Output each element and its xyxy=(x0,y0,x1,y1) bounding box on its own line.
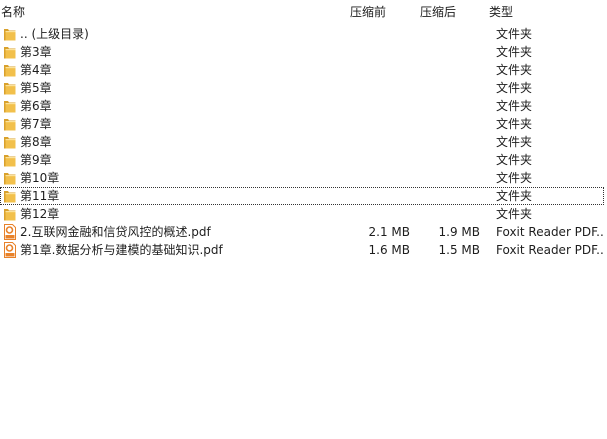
row-name: 2.互联网金融和信贷风控的概述.pdf xyxy=(20,225,211,239)
folder-icon xyxy=(3,116,17,132)
row-type: 文件夹 xyxy=(496,153,533,167)
row-type: 文件夹 xyxy=(496,27,533,41)
column-header-size[interactable]: 压缩前 xyxy=(350,4,386,20)
folder-row[interactable]: 第10章 文件夹 xyxy=(0,169,604,187)
row-type: 文件夹 xyxy=(496,81,533,95)
row-name: 第4章 xyxy=(20,63,52,77)
file-row[interactable]: 第1章.数据分析与建模的基础知识.pdf 1.6 MB 1.5 MB Foxit Re… xyxy=(0,241,604,259)
row-name: 第12章 xyxy=(20,207,60,221)
row-name: 第7章 xyxy=(20,117,52,131)
row-type: 文件夹 xyxy=(496,45,533,59)
folder-icon xyxy=(3,44,17,60)
column-header-packed[interactable]: 压缩后 xyxy=(420,4,456,20)
folder-row[interactable]: 第8章 文件夹 xyxy=(0,133,604,151)
folder-row[interactable]: .. (上级目录) 文件夹 xyxy=(0,25,604,43)
folder-row[interactable]: 第3章 文件夹 xyxy=(0,43,604,61)
folder-row[interactable]: 第12章 文件夹 xyxy=(0,205,604,223)
folder-icon xyxy=(3,206,17,222)
folder-icon xyxy=(3,26,17,42)
row-type: Foxit Reader PDF... xyxy=(496,225,604,239)
row-name: .. (上级目录) xyxy=(20,27,89,41)
file-row[interactable]: 2.互联网金融和信贷风控的概述.pdf 2.1 MB 1.9 MB Foxit Rea… xyxy=(0,223,604,241)
row-type: 文件夹 xyxy=(496,171,533,185)
folder-icon xyxy=(3,62,17,78)
folder-row[interactable]: 第4章 文件夹 xyxy=(0,61,604,79)
row-type: 文件夹 xyxy=(496,189,533,203)
column-header-name[interactable]: 名称 xyxy=(1,4,25,20)
pdf-icon xyxy=(3,224,17,240)
folder-icon xyxy=(3,134,17,150)
folder-row[interactable]: 第11章 文件夹 xyxy=(0,187,604,205)
row-name: 第9章 xyxy=(20,153,52,167)
row-type: 文件夹 xyxy=(496,135,533,149)
row-packed: 1.5 MB xyxy=(438,243,480,257)
folder-icon xyxy=(3,170,17,186)
row-size: 2.1 MB xyxy=(368,225,410,239)
row-type: 文件夹 xyxy=(496,63,533,77)
folder-row[interactable]: 第9章 文件夹 xyxy=(0,151,604,169)
row-type: 文件夹 xyxy=(496,117,533,131)
row-name: 第1章.数据分析与建模的基础知识.pdf xyxy=(20,243,223,257)
row-type: 文件夹 xyxy=(496,99,533,113)
row-name: 第3章 xyxy=(20,45,52,59)
row-packed: 1.9 MB xyxy=(438,225,480,239)
row-type: Foxit Reader PDF... xyxy=(496,243,604,257)
folder-icon xyxy=(3,98,17,114)
folder-row[interactable]: 第5章 文件夹 xyxy=(0,79,604,97)
folder-icon xyxy=(3,188,17,204)
row-name: 第10章 xyxy=(20,171,60,185)
row-type: 文件夹 xyxy=(496,207,533,221)
folder-row[interactable]: 第6章 文件夹 xyxy=(0,97,604,115)
column-header: 名称 压缩前 压缩后 类型 xyxy=(0,0,607,24)
folder-row[interactable]: 第7章 文件夹 xyxy=(0,115,604,133)
folder-icon xyxy=(3,80,17,96)
pdf-icon xyxy=(3,242,17,258)
row-name: 第11章 xyxy=(20,189,60,203)
row-name: 第6章 xyxy=(20,99,52,113)
row-size: 1.6 MB xyxy=(368,243,410,257)
row-name: 第8章 xyxy=(20,135,52,149)
column-header-type[interactable]: 类型 xyxy=(489,4,513,20)
row-name: 第5章 xyxy=(20,81,52,95)
folder-icon xyxy=(3,152,17,168)
